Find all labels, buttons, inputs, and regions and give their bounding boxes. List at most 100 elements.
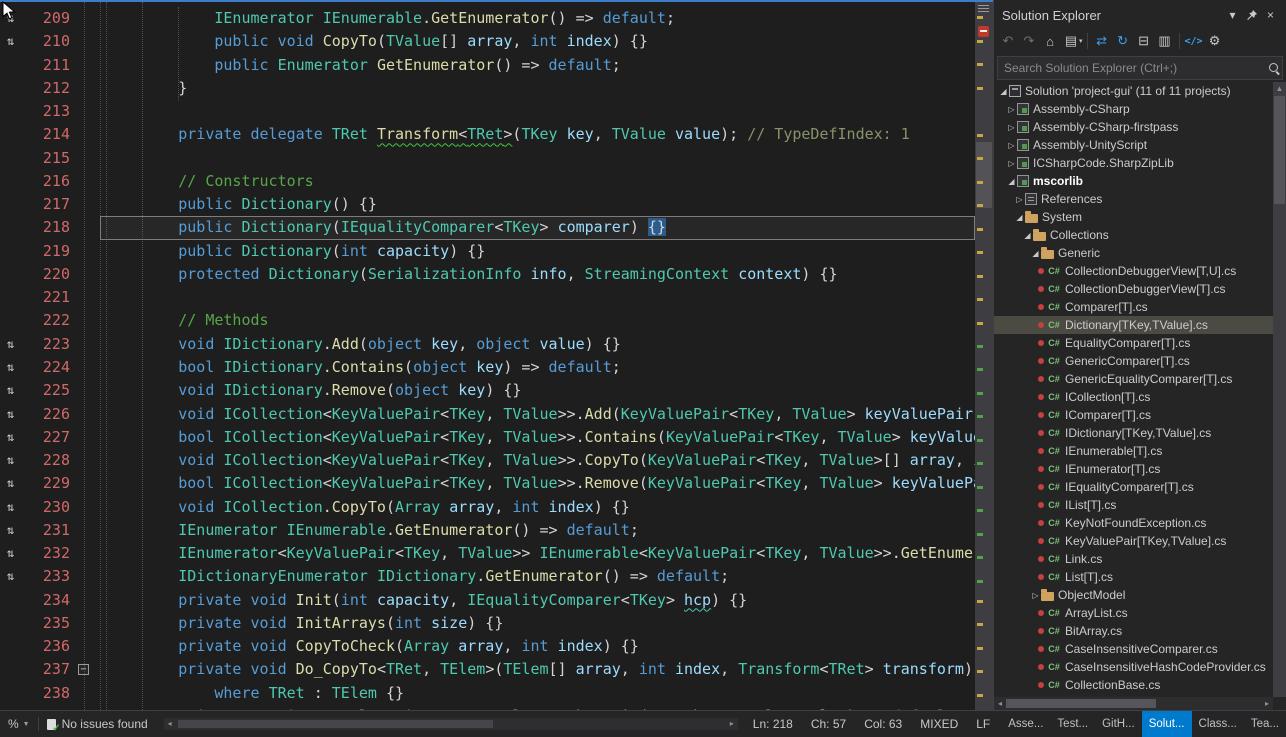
- glyph-margin[interactable]: [0, 682, 30, 705]
- tree-item[interactable]: ◢System: [994, 208, 1273, 226]
- panel-tab[interactable]: Test...: [1050, 711, 1095, 737]
- code-text[interactable]: IEnumerator<KeyValuePair<TKey, TValue>> …: [100, 542, 975, 565]
- fold-margin[interactable]: [74, 216, 100, 239]
- code-text[interactable]: public Dictionary() {}: [100, 193, 975, 216]
- tree-expander-icon[interactable]: ◢: [1030, 249, 1041, 258]
- tree-item[interactable]: ◢Generic: [994, 244, 1273, 262]
- code-text[interactable]: private void CopyToCheck(Array array, in…: [100, 635, 975, 658]
- line-number[interactable]: 216: [30, 170, 74, 193]
- scrollbar-thumb[interactable]: [976, 142, 992, 208]
- glyph-margin[interactable]: [0, 54, 30, 77]
- tree-item[interactable]: ◢Collections: [994, 226, 1273, 244]
- fold-margin[interactable]: [74, 30, 100, 53]
- tree-expander-icon[interactable]: ◢: [1022, 231, 1033, 240]
- fold-margin[interactable]: [74, 542, 100, 565]
- tree-item[interactable]: C#EqualityComparer[T].cs: [994, 334, 1273, 352]
- glyph-margin[interactable]: [0, 612, 30, 635]
- code-line[interactable]: ⇅224 bool IDictionary.Contains(object ke…: [0, 356, 975, 379]
- glyph-margin[interactable]: [0, 216, 30, 239]
- glyph-margin[interactable]: [0, 309, 30, 332]
- fold-margin[interactable]: [74, 449, 100, 472]
- line-number[interactable]: 220: [30, 263, 74, 286]
- code-line[interactable]: ⇅233 IDictionaryEnumerator IDictionary.G…: [0, 565, 975, 588]
- glyph-margin[interactable]: [0, 147, 30, 170]
- fold-margin[interactable]: −: [74, 658, 100, 681]
- glyph-margin[interactable]: [0, 286, 30, 309]
- code-line[interactable]: ⇅229 bool ICollection<KeyValuePair<TKey,…: [0, 472, 975, 495]
- code-text[interactable]: public void CopyTo(TValue[] array, int i…: [100, 30, 975, 53]
- fold-margin[interactable]: [74, 682, 100, 705]
- tree-item[interactable]: C#CaseInsensitiveHashCodeProvider.cs: [994, 658, 1273, 676]
- code-text[interactable]: // Constructors: [100, 170, 975, 193]
- code-text[interactable]: where TRet : TElem {}: [100, 682, 975, 705]
- code-text[interactable]: void IDictionary.Add(object key, object …: [100, 333, 975, 356]
- document-health-indicator-icon[interactable]: [978, 26, 989, 37]
- code-line[interactable]: ⇅225 void IDictionary.Remove(object key)…: [0, 379, 975, 402]
- code-line[interactable]: ⇅223 void IDictionary.Add(object key, ob…: [0, 333, 975, 356]
- tree-item[interactable]: C#Dictionary[TKey,TValue].cs: [994, 316, 1273, 334]
- code-line[interactable]: 238 where TRet : TElem {}: [0, 682, 975, 705]
- fold-margin[interactable]: [74, 612, 100, 635]
- line-number[interactable]: 226: [30, 403, 74, 426]
- properties-button[interactable]: ⚙: [1205, 31, 1225, 51]
- tree-expander-icon[interactable]: ◢: [1014, 213, 1025, 222]
- show-all-files-button[interactable]: ▥: [1155, 31, 1175, 51]
- code-line[interactable]: ⇅226 void ICollection<KeyValuePair<TKey,…: [0, 403, 975, 426]
- reference-glyph-icon[interactable]: ⇅: [0, 333, 30, 356]
- scroll-up-arrow-icon[interactable]: ▲: [1273, 84, 1286, 93]
- fold-margin[interactable]: [74, 193, 100, 216]
- line-number[interactable]: 229: [30, 472, 74, 495]
- fold-margin[interactable]: [74, 635, 100, 658]
- glyph-margin[interactable]: [0, 170, 30, 193]
- collapse-all-button[interactable]: ⊟: [1134, 31, 1154, 51]
- code-line[interactable]: 217 public Dictionary() {}: [0, 193, 975, 216]
- line-number[interactable]: 235: [30, 612, 74, 635]
- code-text[interactable]: private void Init(int capacity, IEqualit…: [100, 589, 975, 612]
- solution-explorer-search[interactable]: Search Solution Explorer (Ctrl+;): [997, 56, 1283, 80]
- line-number[interactable]: 225: [30, 379, 74, 402]
- tree-expander-icon[interactable]: ▷: [1006, 141, 1017, 150]
- line-number[interactable]: 234: [30, 589, 74, 612]
- fold-margin[interactable]: [74, 100, 100, 123]
- code-text[interactable]: IDictionaryEnumerator IDictionary.GetEnu…: [100, 565, 975, 588]
- search-icon[interactable]: [1266, 60, 1282, 76]
- code-line[interactable]: 237− private void Do_CopyTo<TRet, TElem>…: [0, 658, 975, 681]
- fold-margin[interactable]: [74, 170, 100, 193]
- chevron-down-icon[interactable]: ▾: [1079, 37, 1083, 45]
- code-editor[interactable]: ⇅209 IEnumerator IEnumerable.GetEnumerat…: [0, 0, 993, 710]
- panel-tab[interactable]: Class...: [1192, 711, 1244, 737]
- code-text[interactable]: // Methods: [100, 309, 975, 332]
- code-line[interactable]: ⇅210 public void CopyTo(TValue[] array, …: [0, 30, 975, 53]
- reference-glyph-icon[interactable]: ⇅: [0, 7, 30, 30]
- editor-vertical-scrollbar[interactable]: [975, 2, 993, 710]
- tree-item[interactable]: C#GenericComparer[T].cs: [994, 352, 1273, 370]
- fold-margin[interactable]: [74, 565, 100, 588]
- reference-glyph-icon[interactable]: ⇅: [0, 542, 30, 565]
- close-icon[interactable]: ×: [1261, 6, 1280, 24]
- code-line[interactable]: 221: [0, 286, 975, 309]
- tree-item[interactable]: C#Comparer[T].cs: [994, 298, 1273, 316]
- code-line[interactable]: 222 // Methods: [0, 309, 975, 332]
- line-number[interactable]: 213: [30, 100, 74, 123]
- line-number[interactable]: 214: [30, 123, 74, 146]
- view-code-button[interactable]: </>: [1184, 31, 1204, 51]
- glyph-margin[interactable]: [0, 263, 30, 286]
- code-health-indicator[interactable]: No issues found: [47, 717, 148, 731]
- tree-expander-icon[interactable]: ▷: [1006, 159, 1017, 168]
- code-text[interactable]: public Dictionary(int capacity) {}: [100, 240, 975, 263]
- home-button[interactable]: ⌂: [1040, 31, 1060, 51]
- glyph-margin[interactable]: [0, 635, 30, 658]
- line-number[interactable]: 218: [30, 216, 74, 239]
- tree-item[interactable]: C#IEnumerable[T].cs: [994, 442, 1273, 460]
- panel-title-bar[interactable]: Solution Explorer ▾ ×: [994, 0, 1286, 28]
- code-line[interactable]: 236 private void CopyToCheck(Array array…: [0, 635, 975, 658]
- fold-margin[interactable]: [74, 240, 100, 263]
- code-text[interactable]: IEnumerator IEnumerable.GetEnumerator() …: [100, 519, 975, 542]
- line-number[interactable]: 219: [30, 240, 74, 263]
- code-text[interactable]: void IDictionary.Remove(object key) {}: [100, 379, 975, 402]
- tree-item[interactable]: C#List[T].cs: [994, 568, 1273, 586]
- code-line[interactable]: 212 }: [0, 77, 975, 100]
- window-menu-icon[interactable]: ▾: [1223, 6, 1242, 24]
- line-number[interactable]: 224: [30, 356, 74, 379]
- fold-margin[interactable]: [74, 77, 100, 100]
